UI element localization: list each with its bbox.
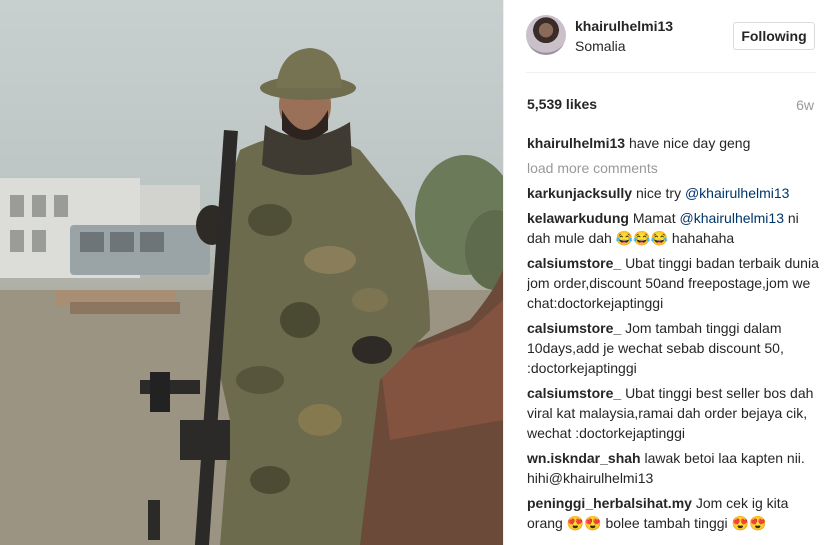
comment-username[interactable]: khairulhelmi13 xyxy=(527,135,625,151)
comment-username[interactable]: calsiumstore_ xyxy=(527,385,621,401)
soldier-photo-illustration xyxy=(0,48,503,545)
comment-item: calsiumstore_ Ubat tinggi badan terbaik … xyxy=(527,253,819,313)
comment-item: karkunjacksully nice try @khairulhelmi13 xyxy=(527,183,819,203)
comment-text: Mamat xyxy=(632,210,676,226)
comment-item: peninggi_herbalsihat.my Jom cek ig kita … xyxy=(527,493,819,531)
header-divider xyxy=(526,72,816,73)
post-photo xyxy=(0,0,503,545)
likes-count[interactable]: 5,539 likes xyxy=(527,96,597,112)
load-more-comments-link[interactable]: load more comments xyxy=(527,158,819,178)
comment-item: calsiumstore_ Ubat tinggi best seller bo… xyxy=(527,383,819,443)
comment-username[interactable]: calsiumstore_ xyxy=(527,320,621,336)
comment-username[interactable]: kelawarkudung xyxy=(527,210,629,226)
comment-username[interactable]: peninggi_herbalsihat.my xyxy=(527,495,692,511)
comment-username[interactable]: calsiumstore_ xyxy=(527,255,621,271)
comments-list: khairulhelmi13 have nice day geng load m… xyxy=(527,133,819,531)
comment-mention-link[interactable]: @khairulhelmi13 xyxy=(680,210,784,226)
post-details-panel: khairulhelmi13 Somalia Following 5,539 l… xyxy=(503,0,836,545)
comment-username[interactable]: wn.iskndar_shah xyxy=(527,450,641,466)
comment-text: have nice day geng xyxy=(628,135,751,151)
comment-item: calsiumstore_ Jom tambah tinggi dalam 10… xyxy=(527,318,819,378)
comment-text: nice try xyxy=(635,185,682,201)
post-time[interactable]: 6w xyxy=(796,97,814,113)
avatar[interactable] xyxy=(526,15,566,55)
comment-item: kelawarkudung Mamat @khairulhelmi13 ni d… xyxy=(527,208,819,248)
comment-username[interactable]: karkunjacksully xyxy=(527,185,632,201)
post-username[interactable]: khairulhelmi13 xyxy=(575,18,673,34)
following-button[interactable]: Following xyxy=(733,22,815,50)
comment-mention-link[interactable]: @khairulhelmi13 xyxy=(685,185,789,201)
caption: khairulhelmi13 have nice day geng xyxy=(527,133,819,153)
post-location[interactable]: Somalia xyxy=(575,38,626,54)
comment-item: wn.iskndar_shah lawak betoi laa kapten n… xyxy=(527,448,819,488)
post-header: khairulhelmi13 Somalia Following xyxy=(504,0,836,72)
